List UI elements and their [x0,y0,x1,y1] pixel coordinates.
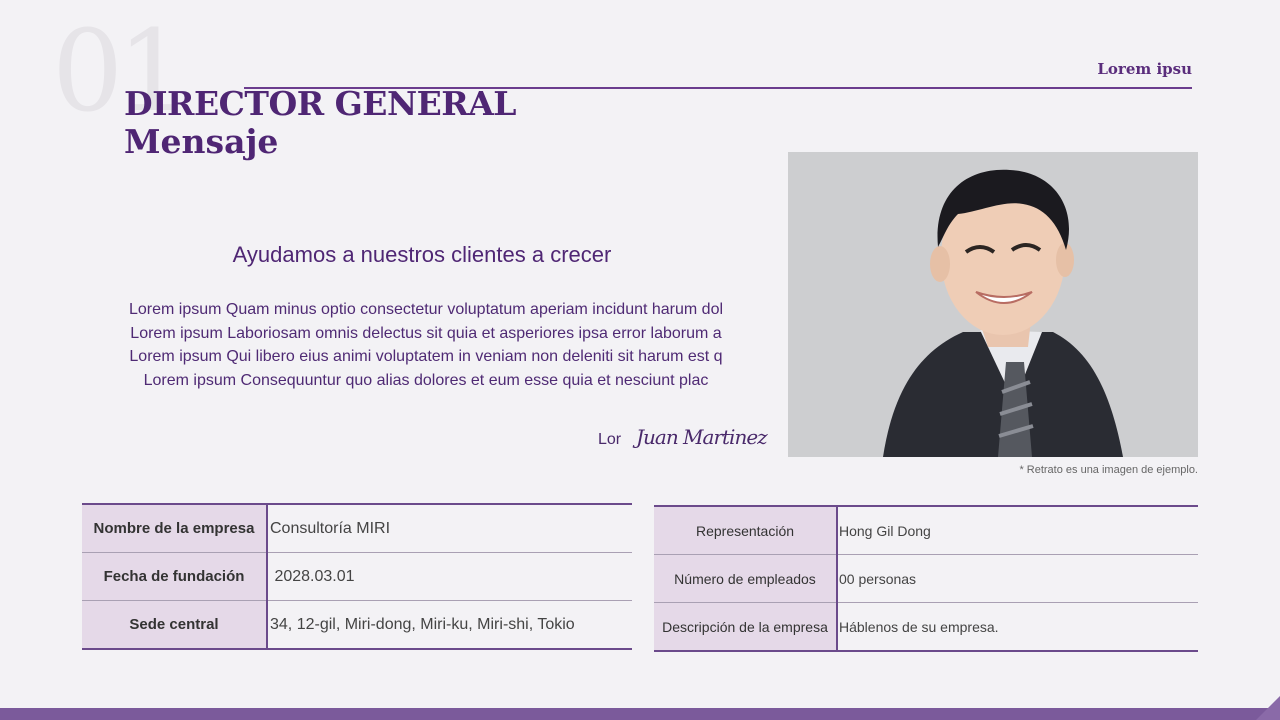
corner-accent [1256,696,1280,720]
paragraph-line: Lorem ipsum Qui libero eius animi volupt… [129,348,723,366]
footer-bar [0,708,1280,720]
paragraph-line: Lorem ipsum Quam minus optio consectetur… [128,301,724,318]
row-value: 34, 12-gil, Miri-dong, Miri-ku, Miri-shi… [267,600,632,650]
row-value: 00 personas [837,554,1198,603]
row-label: Representación [654,505,838,555]
row-label: Sede central [82,600,268,650]
paragraph-line: Lorem ipsum Laboriosam omnis delectus si… [130,324,722,342]
row-value: 2028.03.01 [267,552,632,601]
table-row: Número de empleados 00 personas [654,554,1198,603]
row-label: Fecha de fundación [82,552,268,601]
row-value: Háblenos de su empresa. [837,602,1198,652]
company-details-table: Representación Hong Gil Dong Número de e… [654,505,1198,652]
signature: Juan Martinez [636,425,768,449]
table-row: Nombre de la empresa Consultoría MIRI [82,503,632,553]
paragraph-line: Lorem ipsum Consequuntur quo alias dolor… [143,372,709,390]
portrait-illustration [788,152,1198,457]
company-info-table: Nombre de la empresa Consultoría MIRI Fe… [82,503,632,650]
row-value: Hong Gil Dong [837,505,1198,555]
table-row: Sede central 34, 12-gil, Miri-dong, Miri… [82,600,632,650]
page-title: DIRECTOR GENERAL [124,84,517,123]
brand-label: Lorem ipsu [1097,60,1192,78]
table-row: Descripción de la empresa Háblenos de su… [654,602,1198,652]
row-label: Descripción de la empresa [654,602,838,652]
signature-prefix: Lor [598,431,622,448]
page-subtitle: Mensaje [124,122,279,161]
table-row: Representación Hong Gil Dong [654,505,1198,555]
portrait-note: * Retrato es una imagen de ejemplo. [1019,464,1198,476]
table-row: Fecha de fundación 2028.03.01 [82,552,632,601]
message-paragraph: Lorem ipsum Quam minus optio consectetur… [116,298,736,393]
row-value: Consultoría MIRI [267,503,632,553]
message-headline: Ayudamos a nuestros clientes a crecer [232,242,612,267]
director-portrait [788,152,1198,457]
row-label: Número de empleados [654,554,838,603]
row-label: Nombre de la empresa [82,503,268,553]
